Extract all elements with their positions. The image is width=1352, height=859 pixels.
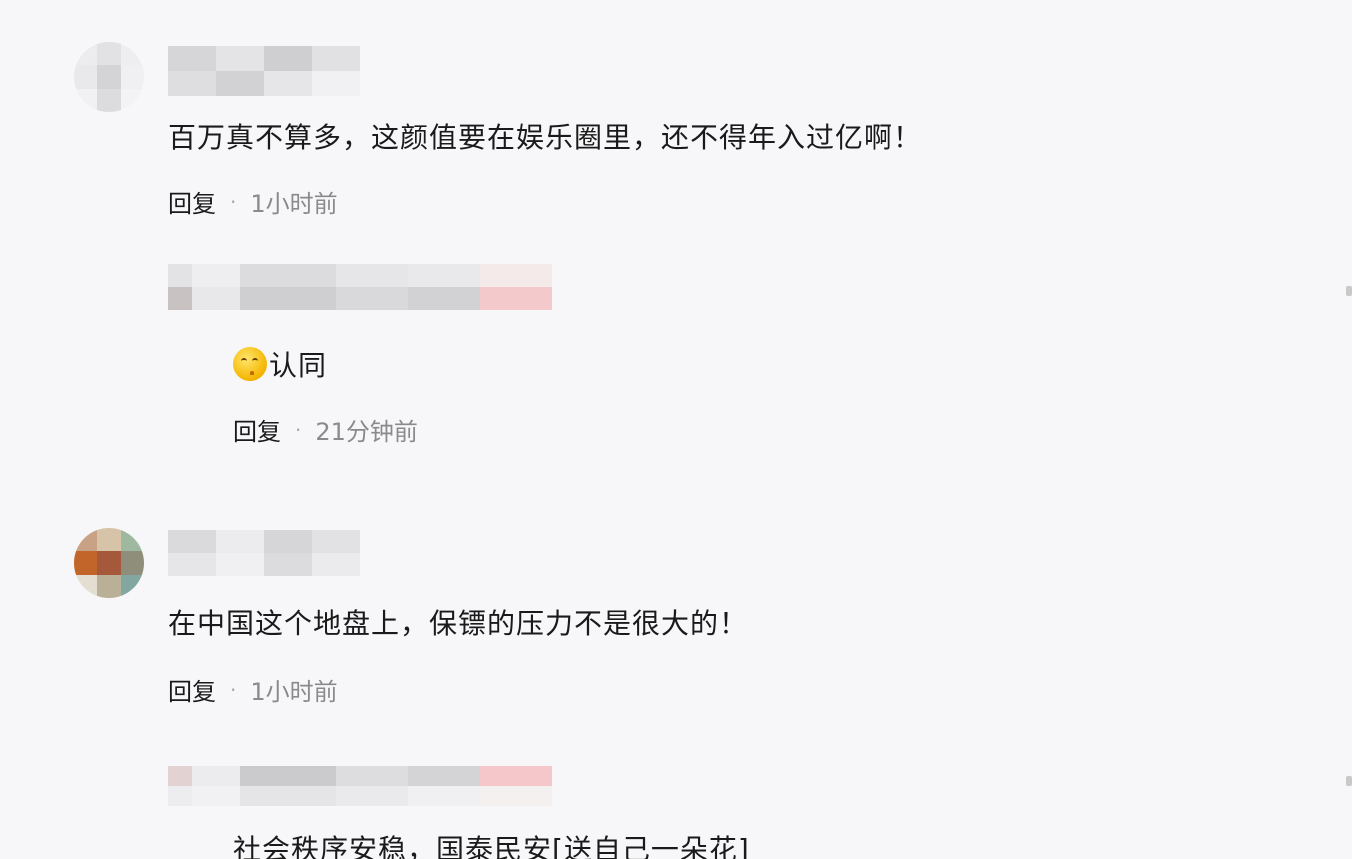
reply-text: 认同 <box>233 344 327 384</box>
username-blurred[interactable] <box>168 530 360 576</box>
separator-dot: · <box>295 417 302 442</box>
avatar[interactable] <box>74 528 144 598</box>
reply-button[interactable]: 回复 <box>168 184 216 219</box>
reply-button[interactable]: 回复 <box>233 412 281 447</box>
separator-dot: · <box>230 189 237 214</box>
reply-button[interactable]: 回复 <box>168 672 216 707</box>
reply-username-blurred[interactable] <box>168 766 552 806</box>
comment-text: 在中国这个地盘上，保镖的压力不是很大的！ <box>168 607 749 640</box>
timestamp: 1小时前 <box>250 678 338 706</box>
comment-meta: 回复 · 1小时前 <box>168 184 338 219</box>
comment-meta: 回复 · 1小时前 <box>168 672 338 707</box>
reply-meta: 回复 · 21分钟前 <box>233 412 418 447</box>
timestamp: 21分钟前 <box>315 418 418 446</box>
avatar[interactable] <box>74 42 144 112</box>
username-blurred[interactable] <box>168 46 360 96</box>
comment-thread: 百万真不算多，这颜值要在娱乐圈里，还不得年入过亿啊！ 回复 · 1小时前 认同 … <box>0 0 1352 859</box>
edge-mark <box>1346 286 1352 296</box>
reply-text: 社会秩序安稳，国泰民安[送自己一朵花] <box>233 833 750 859</box>
thinking-face-icon <box>233 347 267 381</box>
edge-mark <box>1346 776 1352 786</box>
reply-username-blurred[interactable] <box>168 264 552 310</box>
separator-dot: · <box>230 677 237 702</box>
comment-text: 百万真不算多，这颜值要在娱乐圈里，还不得年入过亿啊！ <box>168 121 923 154</box>
timestamp: 1小时前 <box>250 190 338 218</box>
